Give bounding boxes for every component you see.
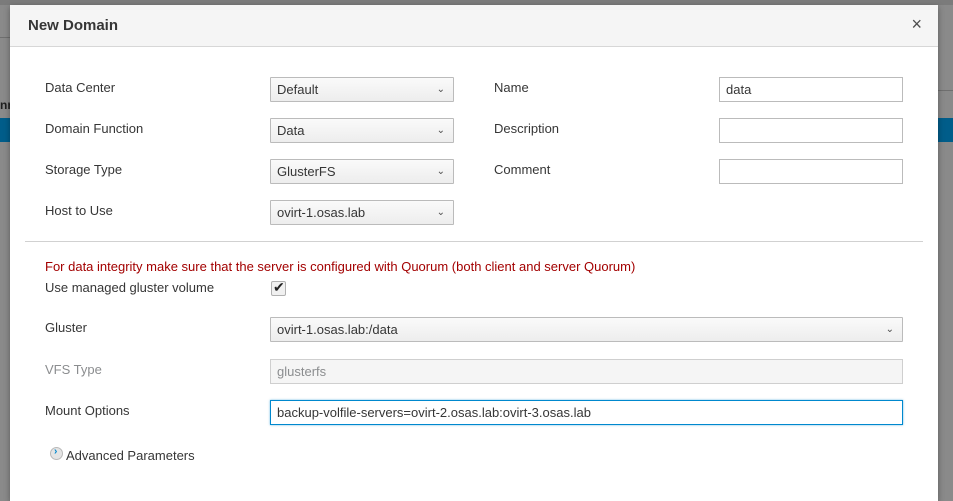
- backdrop-divider-right: [938, 90, 953, 91]
- host-to-use-select[interactable]: ovirt-1.osas.lab ⌄: [270, 200, 454, 225]
- vfs-type-label: VFS Type: [45, 362, 102, 377]
- data-center-label: Data Center: [45, 80, 116, 95]
- new-domain-dialog: New Domain × Data Center Default ⌄ Domai…: [10, 5, 938, 501]
- storage-type-value: GlusterFS: [277, 164, 336, 179]
- backdrop-blue-bar-right: [938, 118, 953, 142]
- domain-function-value: Data: [277, 123, 305, 138]
- chevron-right-circle-icon[interactable]: ›: [50, 446, 63, 460]
- name-input[interactable]: data: [719, 77, 903, 102]
- domain-function-select[interactable]: Data ⌄: [270, 118, 454, 143]
- storage-type-label: Storage Type: [45, 162, 123, 177]
- storage-type-select[interactable]: GlusterFS ⌄: [270, 159, 454, 184]
- domain-function-label: Domain Function: [45, 121, 144, 136]
- chevron-down-icon: ⌄: [436, 166, 445, 177]
- use-managed-gluster-checkbox[interactable]: ✔: [271, 279, 286, 296]
- quorum-warning: For data integrity make sure that the se…: [45, 259, 636, 274]
- gluster-value: ovirt-1.osas.lab:/data: [277, 322, 398, 337]
- data-center-value: Default: [277, 82, 319, 97]
- mount-options-label: Mount Options: [45, 403, 130, 418]
- backdrop-blue-bar-left: [0, 118, 10, 142]
- host-to-use-value: ovirt-1.osas.lab: [277, 205, 366, 220]
- mount-options-input[interactable]: backup-volfile-servers=ovirt-2.osas.lab:…: [270, 400, 903, 425]
- dialog-title: New Domain: [28, 17, 119, 34]
- backdrop-divider: [0, 37, 10, 38]
- chevron-down-icon: ⌄: [885, 324, 894, 335]
- chevron-down-icon: ⌄: [436, 207, 445, 218]
- close-icon[interactable]: ×: [911, 14, 922, 34]
- comment-input[interactable]: [719, 159, 903, 184]
- gluster-label: Gluster: [45, 320, 87, 335]
- vfs-type-input: glusterfs: [270, 359, 903, 384]
- chevron-down-icon: ⌄: [436, 125, 445, 136]
- description-label: Description: [494, 121, 560, 136]
- advanced-parameters-toggle[interactable]: Advanced Parameters: [66, 448, 195, 463]
- host-to-use-label: Host to Use: [45, 203, 113, 218]
- name-label: Name: [494, 80, 529, 95]
- comment-label: Comment: [494, 162, 551, 177]
- description-input[interactable]: [719, 118, 903, 143]
- use-managed-gluster-label: Use managed gluster volume: [45, 280, 215, 295]
- dialog-header: New Domain ×: [10, 5, 938, 47]
- gluster-select[interactable]: ovirt-1.osas.lab:/data ⌄: [270, 317, 903, 342]
- checkmark-icon: ✔: [273, 279, 285, 295]
- chevron-down-icon: ⌄: [436, 84, 445, 95]
- data-center-select[interactable]: Default ⌄: [270, 77, 454, 102]
- section-divider: [25, 241, 923, 242]
